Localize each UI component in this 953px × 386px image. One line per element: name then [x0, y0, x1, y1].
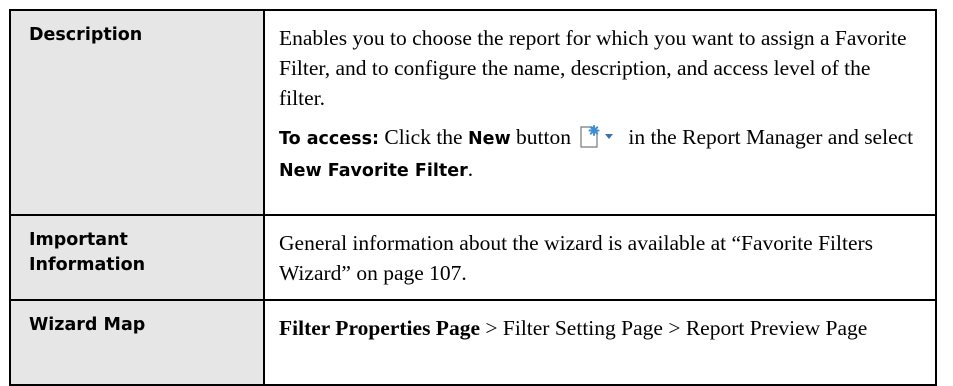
access-text-2: button: [510, 125, 571, 149]
wizard-step-filter-setting: Filter Setting Page: [502, 316, 663, 340]
wizard-step-separator: >: [662, 316, 686, 340]
new-favorite-filter-label: New Favorite Filter: [279, 161, 468, 181]
description-paragraph: Enables you to choose the report for whi…: [279, 26, 907, 110]
label-line-important: Important: [29, 230, 128, 250]
row-content-important-information: General information about the wizard is …: [263, 214, 937, 301]
row-label-wizard-map: Wizard Map: [9, 299, 265, 386]
row-label-important-information: Important Information: [9, 214, 265, 301]
important-information-text: General information about the wizard is …: [279, 231, 874, 285]
table-row-wizard-map: Wizard Map Filter Properties Page > Filt…: [9, 299, 937, 386]
wizard-map-steps: Filter Properties Page > Filter Setting …: [279, 313, 921, 343]
label-line-information: Information: [29, 255, 146, 275]
table-row-important-information: Important Information General information…: [9, 214, 937, 301]
new-button-name: New: [467, 129, 511, 149]
access-prefix: To access:: [279, 129, 379, 149]
wizard-step-filter-properties: Filter Properties Page: [279, 316, 480, 340]
new-document-icon: [577, 124, 617, 150]
access-text-1: Click the: [378, 125, 468, 149]
access-paragraph: To access: Click the New button in the R…: [279, 122, 921, 186]
access-text-3: in the Report Manager and select: [622, 125, 914, 149]
row-content-description: Enables you to choose the report for whi…: [263, 9, 937, 216]
access-end: .: [467, 157, 474, 181]
table-row-description: Description Enables you to choose the re…: [9, 9, 937, 216]
wizard-info-table: Description Enables you to choose the re…: [9, 9, 937, 386]
row-content-wizard-map: Filter Properties Page > Filter Setting …: [263, 299, 937, 386]
wizard-step-report-preview: Report Preview Page: [685, 316, 868, 340]
row-label-description: Description: [9, 9, 265, 216]
wizard-step-separator: >: [480, 316, 503, 340]
